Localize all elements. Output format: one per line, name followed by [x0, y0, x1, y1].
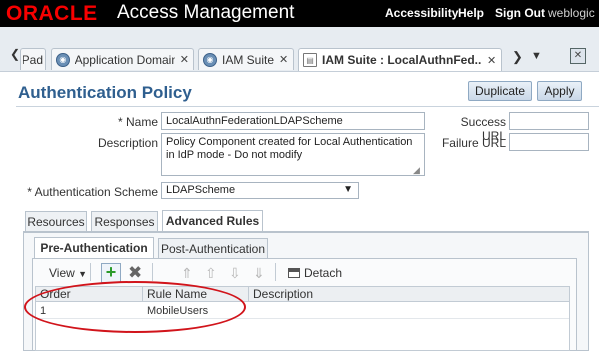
add-icon[interactable]: + — [101, 263, 121, 283]
move-bottom-icon[interactable]: ⇓ — [253, 263, 265, 283]
description-label: Description — [97, 136, 158, 150]
globe-icon: ◉ — [203, 52, 217, 67]
tab-responses[interactable]: Responses — [91, 211, 158, 232]
tab-resources[interactable]: Resources — [25, 211, 87, 232]
success-url-field[interactable] — [509, 112, 589, 130]
auth-scheme-label: * Authentication Scheme — [27, 185, 158, 199]
close-icon[interactable]: ✕ — [487, 54, 496, 67]
tab-iam-suite-policy[interactable]: ▤ IAM Suite : LocalAuthnFed... ✕ — [298, 48, 502, 71]
tab-post-authentication[interactable]: Post-Authentication — [158, 238, 268, 259]
view-menu[interactable]: View ▼ — [49, 263, 87, 283]
table-row-description[interactable] — [249, 303, 569, 319]
tab-application-domain[interactable]: ◉ Application Domain ✕ — [51, 48, 194, 70]
column-header-description[interactable]: Description — [249, 287, 569, 302]
detach-label: Detach — [304, 266, 343, 280]
divider — [275, 263, 276, 281]
scroll-left-icon[interactable]: ❮ — [10, 47, 20, 61]
annotation-oval — [24, 281, 246, 333]
globe-icon: ◉ — [56, 52, 70, 67]
name-field[interactable]: LocalAuthnFederationLDAPScheme — [161, 112, 425, 130]
tab-advanced-rules[interactable]: Advanced Rules — [162, 210, 263, 232]
chevron-down-icon: ▼ — [78, 269, 88, 279]
tab-pre-authentication[interactable]: Pre-Authentication — [34, 237, 154, 259]
move-top-icon[interactable]: ⇑ — [181, 263, 193, 283]
detach-icon — [288, 268, 300, 278]
auth-scheme-select[interactable]: LDAPScheme ▼ — [161, 182, 359, 199]
close-icon[interactable]: ✕ — [180, 53, 189, 66]
chevron-down-icon: ▼ — [343, 184, 353, 195]
close-icon[interactable]: ✕ — [279, 53, 288, 66]
app-title: Access Management — [117, 2, 295, 23]
accessibility-link[interactable]: Accessibility — [385, 6, 458, 20]
close-all-tabs-icon[interactable]: ✕ — [570, 48, 586, 64]
oracle-logo: ORACLE — [6, 2, 98, 25]
duplicate-button[interactable]: Duplicate — [468, 81, 532, 101]
document-icon: ▤ — [303, 53, 317, 67]
name-label: * Name — [117, 115, 158, 129]
auth-scheme-value: LDAPScheme — [166, 184, 236, 196]
help-link[interactable]: Help — [458, 6, 484, 20]
tab-label: Application Domain — [74, 52, 175, 67]
tab-label: IAM Suite — [222, 52, 275, 67]
detach-button[interactable]: Detach — [288, 263, 342, 283]
apply-button[interactable]: Apply — [537, 81, 582, 101]
scroll-right-icon[interactable]: ❯ — [512, 49, 523, 65]
page-title: Authentication Policy — [18, 83, 192, 102]
view-label: View — [49, 266, 75, 280]
move-down-icon[interactable]: ⇩ — [229, 263, 241, 283]
delete-icon[interactable]: ✖ — [128, 263, 142, 283]
sign-out-link[interactable]: Sign Out — [495, 6, 545, 20]
tab-iam-suite[interactable]: ◉ IAM Suite ✕ — [198, 48, 294, 70]
tab-partial-label: Pad — [23, 52, 43, 67]
tab-partial[interactable]: Pad — [20, 48, 46, 70]
tab-list-dropdown-icon[interactable]: ▼ — [531, 50, 542, 62]
divider — [16, 106, 599, 107]
move-up-icon[interactable]: ⇧ — [205, 263, 217, 283]
failure-url-field[interactable] — [509, 133, 589, 151]
divider — [152, 263, 153, 281]
failure-url-label: Failure URL — [441, 136, 506, 150]
resize-handle-icon[interactable]: ◢ — [413, 165, 420, 176]
user-name[interactable]: weblogic — [548, 6, 595, 20]
divider — [90, 263, 91, 281]
description-field[interactable]: Policy Component created for Local Authe… — [161, 133, 425, 176]
tab-label: IAM Suite : LocalAuthnFed... — [322, 53, 482, 67]
